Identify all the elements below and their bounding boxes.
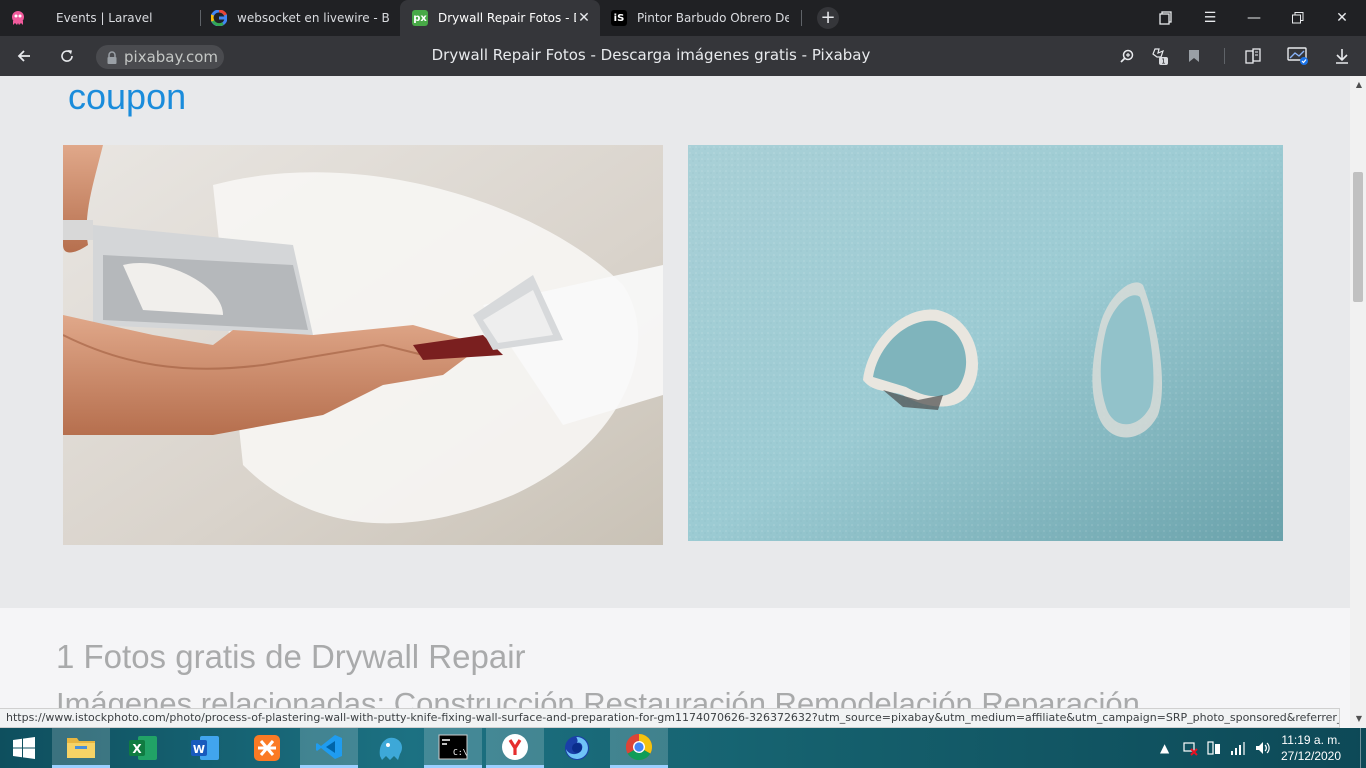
xampp-icon[interactable] bbox=[238, 728, 296, 768]
tab-drywall-repair-active[interactable]: px Drywall Repair Fotos - D ✕ bbox=[400, 0, 600, 36]
device-icon[interactable] bbox=[1206, 728, 1222, 768]
new-tab-button[interactable]: + bbox=[817, 7, 839, 29]
tab-search-icon[interactable] bbox=[1144, 0, 1188, 36]
results-heading: 1 Fotos gratis de Drywall Repair bbox=[56, 638, 526, 675]
close-window-button[interactable]: ✕ bbox=[1320, 0, 1364, 36]
svg-text:W: W bbox=[193, 743, 205, 756]
tab-strip: Events | Laravel websocket en livewire -… bbox=[0, 0, 1366, 36]
volume-icon[interactable] bbox=[1254, 728, 1270, 768]
sponsored-image-plastering[interactable] bbox=[63, 145, 663, 545]
coupon-link[interactable]: coupon bbox=[68, 76, 186, 118]
laravel-icon bbox=[10, 10, 26, 26]
vscode-icon[interactable] bbox=[300, 728, 358, 768]
tab-title: Pintor Barbudo Obrero De bbox=[637, 11, 789, 25]
clock-date: 27/12/2020 bbox=[1280, 749, 1342, 763]
minimize-button[interactable]: — bbox=[1232, 0, 1276, 36]
tab-events-laravel[interactable]: Events | Laravel bbox=[0, 0, 200, 36]
terminal-icon[interactable]: C:\ bbox=[424, 728, 482, 768]
file-explorer-icon[interactable] bbox=[52, 728, 110, 768]
svg-text:C:\: C:\ bbox=[453, 748, 468, 757]
chrome-icon[interactable] bbox=[610, 728, 668, 768]
tab-pintor-barbudo[interactable]: iS Pintor Barbudo Obrero De bbox=[601, 0, 801, 36]
show-hidden-icons[interactable]: ▲ bbox=[1160, 728, 1169, 768]
system-clock[interactable]: 11:19 a. m. 27/12/2020 bbox=[1276, 732, 1346, 764]
google-icon bbox=[211, 10, 227, 26]
istock-icon: iS bbox=[611, 10, 627, 26]
yandex-icon[interactable] bbox=[486, 728, 544, 768]
windows-taskbar: X W C:\ ▲ 11:19 a. m. 27/12/2020 bbox=[0, 728, 1366, 768]
tab-title: Drywall Repair Fotos - D bbox=[438, 11, 576, 25]
link-status-bar: https://www.istockphoto.com/photo/proces… bbox=[0, 708, 1340, 728]
svg-text:X: X bbox=[132, 742, 142, 756]
start-button[interactable] bbox=[0, 728, 48, 768]
show-desktop-button[interactable] bbox=[1360, 728, 1366, 768]
menu-icon[interactable]: ☰ bbox=[1188, 0, 1232, 36]
scroll-down-arrow-icon[interactable]: ▼ bbox=[1356, 714, 1362, 723]
web-page: coupon 1 Fotos gratis de Drywall Repair … bbox=[0, 76, 1366, 728]
pixabay-icon: px bbox=[412, 10, 428, 26]
scroll-up-arrow-icon[interactable]: ▲ bbox=[1356, 80, 1362, 89]
excel-icon[interactable]: X bbox=[114, 728, 172, 768]
wifi-signal-icon[interactable] bbox=[1230, 728, 1246, 768]
scrollbar-thumb[interactable] bbox=[1353, 172, 1363, 302]
sponsored-image-drywall-holes[interactable] bbox=[688, 145, 1283, 541]
close-tab-icon[interactable]: ✕ bbox=[576, 10, 592, 26]
clock-time: 11:19 a. m. bbox=[1281, 733, 1341, 747]
network-off-icon[interactable] bbox=[1182, 728, 1198, 768]
tab-title: websocket en livewire - Bu bbox=[237, 11, 389, 25]
firefox-icon[interactable] bbox=[548, 728, 606, 768]
tab-websocket[interactable]: websocket en livewire - Bu bbox=[201, 0, 399, 36]
tableplus-icon[interactable] bbox=[362, 728, 420, 768]
download-icon[interactable] bbox=[1330, 44, 1354, 68]
tab-title: Events | Laravel bbox=[56, 11, 153, 25]
scrollbar[interactable]: ▲ ▼ bbox=[1350, 76, 1366, 728]
word-icon[interactable]: W bbox=[176, 728, 234, 768]
restore-button[interactable] bbox=[1276, 0, 1320, 36]
page-title: Drywall Repair Fotos - Descarga imágenes… bbox=[431, 46, 871, 64]
tab-separator bbox=[801, 10, 802, 26]
